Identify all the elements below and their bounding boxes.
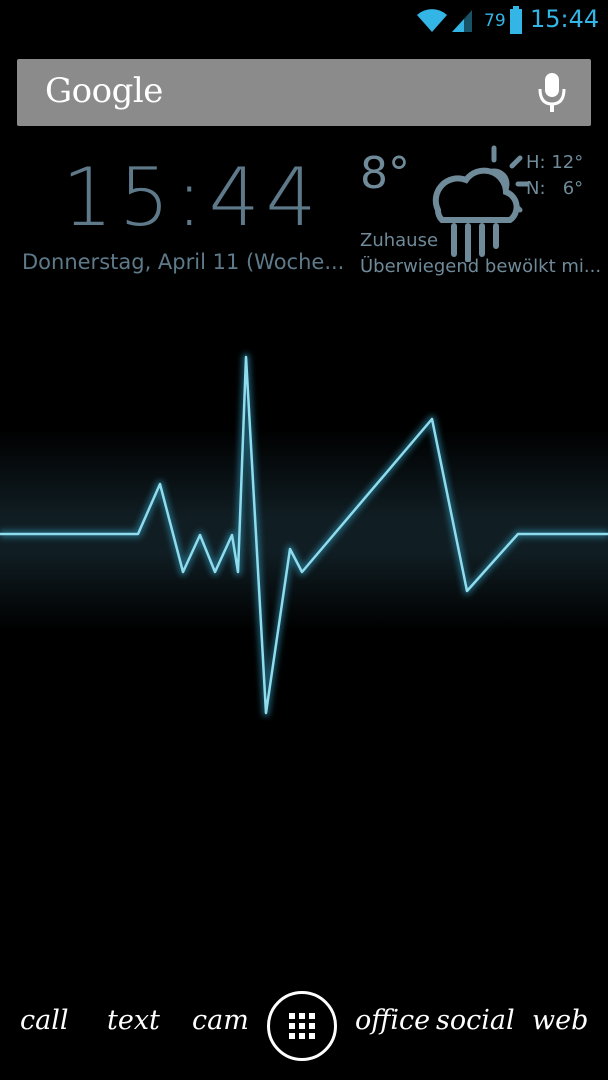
- app-drawer-button[interactable]: [267, 991, 337, 1061]
- dock-text-shortcut[interactable]: text: [107, 1005, 160, 1036]
- clock-widget-time[interactable]: 15:44: [62, 158, 323, 238]
- dock-cam-shortcut[interactable]: cam: [192, 1005, 249, 1036]
- google-search-bar[interactable]: Google: [17, 59, 591, 126]
- weather-high-temp: H: 12°: [526, 152, 584, 173]
- status-bar-time: 15:44: [530, 5, 600, 33]
- weather-condition: Überwiegend bewölkt mi...: [360, 256, 600, 277]
- status-bar: 79 15:44: [0, 0, 608, 44]
- battery-icon: [510, 6, 522, 34]
- battery-percentage: 79: [484, 11, 506, 31]
- dock: call text cam office social web: [0, 985, 608, 1075]
- weather-location: Zuhause: [360, 230, 439, 251]
- dock-office-shortcut[interactable]: office: [355, 1005, 430, 1036]
- mic-icon[interactable]: [537, 71, 567, 113]
- dock-social-shortcut[interactable]: social: [436, 1005, 515, 1036]
- google-logo[interactable]: Google: [45, 71, 163, 111]
- weather-temperature[interactable]: 8°: [360, 149, 410, 198]
- ecg-line: [0, 355, 608, 715]
- signal-icon: [452, 10, 472, 32]
- cloud-sun-rain-icon: [432, 145, 528, 262]
- grid-icon: [289, 1013, 315, 1039]
- dock-web-shortcut[interactable]: web: [532, 1005, 588, 1036]
- weather-low-temp: N: 6°: [526, 178, 584, 199]
- wifi-icon: [417, 9, 447, 32]
- dock-call-shortcut[interactable]: call: [20, 1005, 69, 1036]
- clock-widget-date[interactable]: Donnerstag, April 11 (Woche...: [22, 250, 352, 274]
